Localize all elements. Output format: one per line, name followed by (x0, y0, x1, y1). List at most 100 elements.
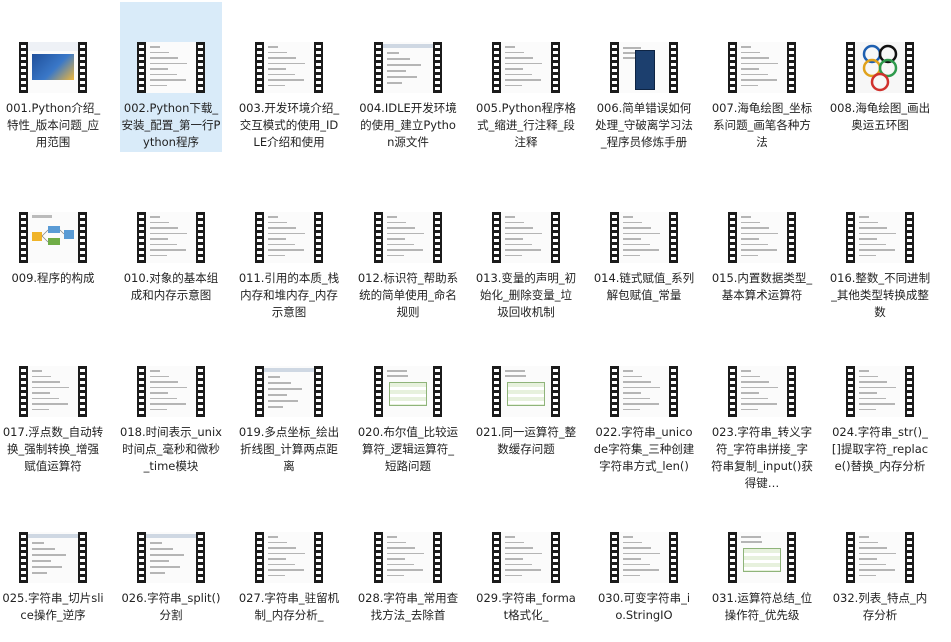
thumbnail-text-line (32, 408, 49, 410)
video-file-item[interactable]: 018.时间表示_unix时间点_毫秒和微秒_time模块 (120, 326, 222, 476)
thumbnail-text-line (741, 386, 778, 388)
file-name-label: 015.内置数据类型_基本算术运算符 (711, 271, 813, 302)
thumbnail-text-line (387, 70, 406, 72)
video-file-item[interactable]: 024.字符串_str()_[]提取字符_replace()替换_内存分析 (829, 326, 931, 476)
thumbnail-frame (501, 42, 551, 93)
video-file-item[interactable]: 003.开发环境介绍_交互模式的使用_IDLE介绍和使用 (238, 2, 340, 152)
thumbnail-text-line (268, 79, 304, 81)
video-file-item[interactable]: 006.简单错误如何处理_守破离学习法_程序员修炼手册 (593, 2, 695, 152)
video-file-item[interactable]: 011.引用的本质_栈内存和堆内存_内存示意图 (238, 172, 340, 322)
thumbnail-text-line (741, 51, 760, 53)
file-name-label: 026.字符串_split()分割 (121, 591, 221, 622)
video-thumbnail-icon (728, 532, 796, 583)
thumbnail-text-line (268, 569, 304, 571)
thumbnail-text-line (623, 381, 651, 383)
thumbnail-text-line (268, 547, 296, 549)
video-file-item[interactable]: 016.整数_不同进制_其他类型转换成整数 (829, 172, 931, 322)
thumbnail-text-line (268, 376, 280, 378)
video-thumbnail-icon (610, 532, 678, 583)
thumbnail-text-line (859, 541, 878, 543)
thumbnail-text-line (150, 370, 160, 372)
video-file-item[interactable]: 017.浮点数_自动转换_强制转换_增强赋值运算符 (2, 326, 104, 476)
thumbnail-text-line (741, 79, 777, 81)
thumbnail-text-line (505, 73, 532, 75)
video-file-item[interactable]: 020.布尔值_比较运算符_逻辑运算符_短路问题 (357, 326, 459, 476)
thumbnail-frame (264, 212, 314, 263)
thumbnail-text-line (387, 558, 405, 560)
video-file-item[interactable]: 007.海龟绘图_坐标系问题_画笔各种方法 (711, 2, 813, 152)
video-file-item[interactable]: 032.列表_特点_内存分析 (829, 492, 931, 642)
video-file-item[interactable]: 025.字符串_切片slice操作_逆序 (2, 492, 104, 642)
thumbnail-text-line (859, 254, 876, 256)
file-name-label: 012.标识符_帮助系统的简单使用_命名规则 (357, 271, 459, 319)
thumbnail-text-line (387, 370, 407, 372)
thumbnail-text-line (741, 249, 777, 251)
file-name-label: 014.链式赋值_系列解包赋值_常量 (593, 271, 695, 302)
video-file-item[interactable]: 026.字符串_split()分割 (120, 492, 222, 642)
file-name-label: 002.Python下载_安装_配置_第一行Python程序 (121, 101, 221, 149)
video-file-item[interactable]: 002.Python下载_安装_配置_第一行Python程序 (120, 2, 222, 152)
file-name-label: 011.引用的本质_栈内存和堆内存_内存示意图 (238, 271, 340, 319)
thumbnail-text-line (268, 400, 298, 402)
video-file-item[interactable]: 029.字符串_format格式化_ (475, 492, 577, 642)
thumbnail-text-line (150, 62, 187, 64)
video-thumbnail-icon (255, 532, 323, 583)
thumbnail-text-line (859, 403, 895, 405)
video-thumbnail-icon (492, 212, 560, 263)
video-file-item[interactable]: 028.字符串_常用查找方法_去除首 (357, 492, 459, 642)
thumbnail-text-line (150, 548, 173, 550)
video-thumbnail-icon (19, 212, 87, 263)
video-thumbnail-icon (137, 532, 205, 583)
thumbnail-text-line (387, 221, 406, 223)
thumbnail-text-line (150, 73, 177, 75)
thumbnail-text-line (268, 232, 305, 234)
video-file-item[interactable]: 019.多点坐标_绘出折线图_计算两点距离 (238, 326, 340, 476)
video-file-item[interactable]: 001.Python介绍_特性_版本问题_应用范围 (2, 2, 104, 152)
thumbnail-text-line (387, 563, 414, 565)
file-name-label: 028.字符串_常用查找方法_去除首 (357, 591, 459, 622)
thumbnail-text-line (505, 232, 542, 234)
video-file-item[interactable]: 012.标识符_帮助系统的简单使用_命名规则 (357, 172, 459, 322)
video-file-item[interactable]: 010.对象的基本组成和内存示意图 (120, 172, 222, 322)
file-name-label: 008.海龟绘图_画出奥运五环图 (829, 101, 931, 132)
video-file-item[interactable]: 014.链式赋值_系列解包赋值_常量 (593, 172, 695, 322)
file-name-label: 018.时间表示_unix时间点_毫秒和微秒_time模块 (120, 425, 222, 473)
thumbnail-text-line (387, 254, 404, 256)
thumbnail-frame (855, 366, 905, 417)
thumbnail-text-line (859, 397, 886, 399)
video-file-item[interactable]: 031.运算符总结_位操作符_优先级 (711, 492, 813, 642)
video-file-item[interactable]: 005.Python程序格式_缩进_行注释_段注释 (475, 2, 577, 152)
thumbnail-text-line (387, 547, 415, 549)
video-file-item[interactable]: 013.变量的声明_初始化_删除变量_垃圾回收机制 (475, 172, 577, 322)
thumbnail-text-line (505, 62, 542, 64)
thumbnail-text-line (741, 227, 769, 229)
thumbnail-text-line (32, 370, 42, 372)
thumbnail-text-line (150, 216, 160, 218)
thumbnail-text-line (387, 227, 415, 229)
video-thumbnail-icon (492, 42, 560, 93)
thumbnail-text-line (268, 388, 302, 390)
file-name-label: 025.字符串_切片slice操作_逆序 (2, 591, 104, 622)
video-file-item[interactable]: 022.字符串_unicode字符集_三种创建字符串方式_len() (593, 326, 695, 476)
video-file-item[interactable]: 023.字符串_转义字符_字符串拼接_字符串复制_input()获得键… (711, 326, 813, 490)
file-name-label: 024.字符串_str()_[]提取字符_replace()替换_内存分析 (831, 425, 929, 473)
thumbnail-text-line (150, 254, 167, 256)
thumbnail-text-line (505, 46, 515, 48)
video-file-item[interactable]: 004.IDLE开发环境的使用_建立Python源文件 (357, 2, 459, 152)
video-file-item[interactable]: 008.海龟绘图_画出奥运五环图 (829, 2, 931, 152)
thumbnail-text-line (859, 221, 878, 223)
video-file-item[interactable]: 009.程序的构成 (2, 172, 104, 322)
thumbnail-text-line (268, 552, 305, 554)
thumbnail-table (389, 382, 427, 406)
thumbnail-text-line (268, 51, 287, 53)
video-file-item[interactable]: 021.同一运算符_整数缓存问题 (475, 326, 577, 476)
file-name-label: 030.可变字符串_io.StringIO (597, 591, 691, 622)
thumbnail-text-line (859, 227, 887, 229)
video-file-item[interactable]: 027.字符串_驻留机制_内存分析_ (238, 492, 340, 642)
thumbnail-frame (264, 366, 314, 417)
thumbnail-text-line (623, 47, 641, 49)
thumbnail-text-line (623, 569, 659, 571)
video-file-item[interactable]: 030.可变字符串_io.StringIO (593, 492, 695, 642)
thumbnail-text-line (859, 375, 878, 377)
video-file-item[interactable]: 015.内置数据类型_基本算术运算符 (711, 172, 813, 322)
